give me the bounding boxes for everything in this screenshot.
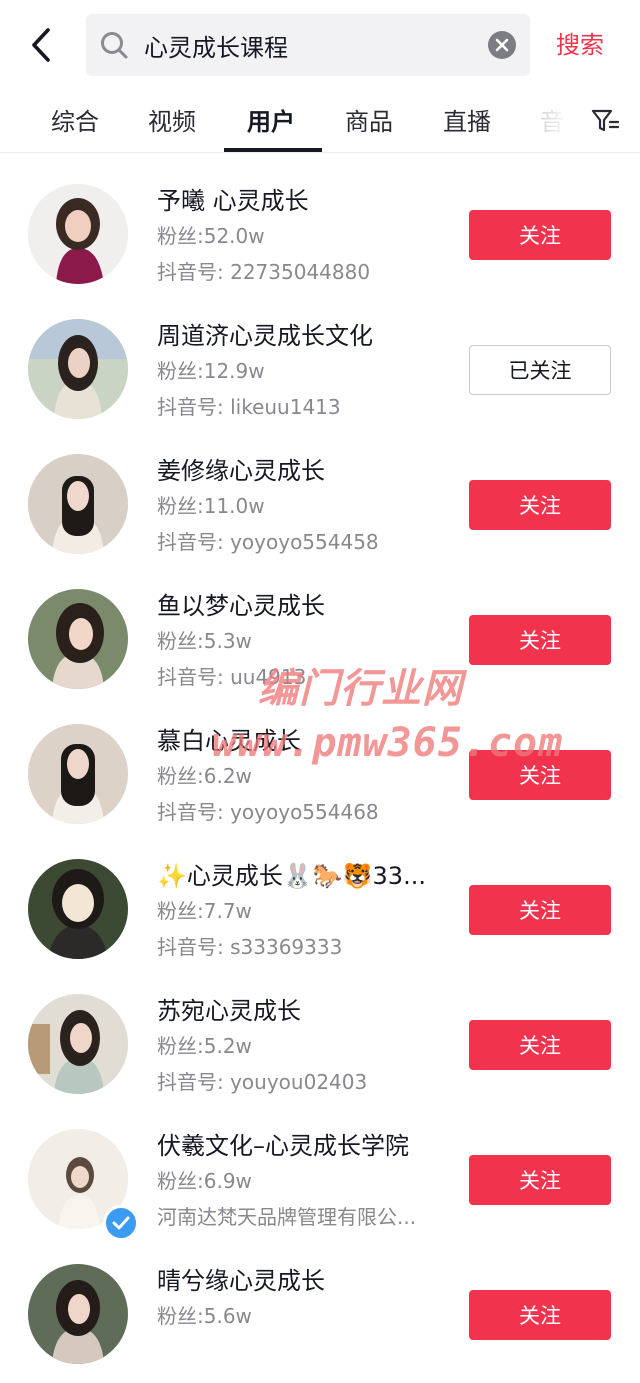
follow-button[interactable]: 关注 [469,885,611,935]
user-id: 抖音号: youyou02403 [157,1070,368,1094]
back-button[interactable] [22,22,62,68]
following-button[interactable]: 已关注 [469,345,611,395]
user-name: 周道济心灵成长文化 [157,322,373,350]
user-name: 苏宛心灵成长 [157,997,301,1025]
user-name: 伏羲文化–心灵成长学院 [157,1132,409,1160]
user-row[interactable]: 慕白心灵成长 粉丝:6.2w 抖音号: yoyoyo554468 关注 [0,708,640,843]
tab-live[interactable]: 直播 [443,102,491,137]
avatar[interactable] [28,859,128,959]
follow-button[interactable]: 关注 [469,750,611,800]
avatar[interactable] [28,1264,128,1364]
tab-products[interactable]: 商品 [345,102,393,137]
user-row[interactable]: 予曦 心灵成长 粉丝:52.0w 抖音号: 22735044880 关注 [0,168,640,303]
avatar[interactable] [28,994,128,1094]
follower-count: 粉丝:5.2w [157,1034,252,1058]
follower-count: 粉丝:7.7w [157,899,252,923]
follower-count: 粉丝:6.2w [157,764,252,788]
follower-count: 粉丝:6.9w [157,1169,252,1193]
user-id: 抖音号: yoyoyo554458 [157,530,379,554]
user-name: 鱼以梦心灵成长 [157,592,325,620]
user-row[interactable]: 鱼以梦心灵成长 粉丝:5.3w 抖音号: uu4913 关注 [0,573,640,708]
user-id: 抖音号: uu4913 [157,665,307,689]
search-box[interactable] [86,14,530,76]
user-row[interactable]: 晴兮缘心灵成长 粉丝:5.6w 关注 [0,1248,640,1383]
user-id: 抖音号: s33369333 [157,935,343,959]
verified-badge-icon [103,1205,139,1241]
avatar[interactable] [28,454,128,554]
tab-users[interactable]: 用户 [247,102,295,137]
result-type-tabs: 综合 视频 用户 商品 直播 音 [0,92,640,153]
follow-button[interactable]: 关注 [469,1155,611,1205]
avatar[interactable] [28,319,128,419]
user-row[interactable]: ✨心灵成长🐰🐎🐯33... 粉丝:7.7w 抖音号: s33369333 关注 [0,843,640,978]
user-name: 晴兮缘心灵成长 [157,1267,325,1295]
avatar[interactable] [28,589,128,689]
follower-count: 粉丝:5.3w [157,629,252,653]
organization-name: 河南达梵天品牌管理有限公... [157,1205,417,1229]
user-name: ✨心灵成长🐰🐎🐯33... [157,862,426,890]
follow-button[interactable]: 关注 [469,1290,611,1340]
tab-video[interactable]: 视频 [148,102,196,137]
user-result-list: 予曦 心灵成长 粉丝:52.0w 抖音号: 22735044880 关注 周道济… [0,168,640,1383]
tab-all[interactable]: 综合 [51,102,99,137]
filter-button[interactable] [590,106,620,136]
follow-button[interactable]: 关注 [469,480,611,530]
follower-count: 粉丝:52.0w [157,224,265,248]
search-icon [101,32,128,59]
follower-count: 粉丝:11.0w [157,494,265,518]
search-button[interactable]: 搜索 [556,26,604,64]
active-tab-indicator [224,148,322,152]
back-arrow-icon [32,28,50,62]
user-row[interactable]: 姜修缘心灵成长 粉丝:11.0w 抖音号: yoyoyo554458 关注 [0,438,640,573]
follower-count: 粉丝:12.9w [157,359,265,383]
user-name: 予曦 心灵成长 [157,187,309,215]
user-id: 抖音号: 22735044880 [157,260,371,284]
follow-button[interactable]: 关注 [469,1020,611,1070]
avatar[interactable] [28,184,128,284]
follow-button[interactable]: 关注 [469,615,611,665]
user-name: 慕白心灵成长 [157,727,301,755]
user-row[interactable]: 伏羲文化–心灵成长学院 粉丝:6.9w 河南达梵天品牌管理有限公... 关注 [0,1113,640,1248]
follow-button[interactable]: 关注 [469,210,611,260]
avatar[interactable] [28,724,128,824]
user-id: 抖音号: yoyoyo554468 [157,800,379,824]
filter-icon [591,109,620,132]
user-row[interactable]: 苏宛心灵成长 粉丝:5.2w 抖音号: youyou02403 关注 [0,978,640,1113]
search-input[interactable] [144,14,474,76]
follower-count: 粉丝:5.6w [157,1304,252,1328]
user-row[interactable]: 周道济心灵成长文化 粉丝:12.9w 抖音号: likeuu1413 已关注 [0,303,640,438]
user-id: 抖音号: likeuu1413 [157,395,341,419]
clear-search-button[interactable] [488,31,516,59]
user-name: 姜修缘心灵成长 [157,457,325,485]
close-icon [495,38,509,52]
search-header: 搜索 [0,0,640,90]
tab-music[interactable]: 音 [540,102,564,137]
